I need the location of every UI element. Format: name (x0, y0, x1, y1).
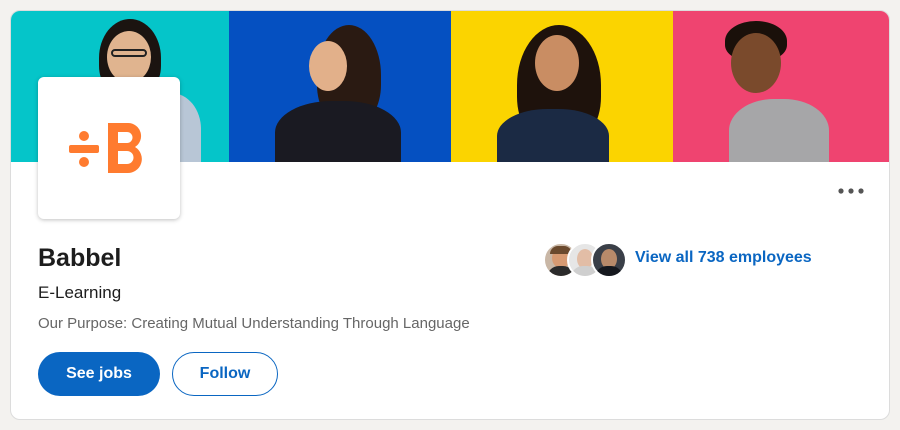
banner-photo-4 (673, 11, 889, 162)
banner-photo-2 (229, 11, 451, 162)
company-name: Babbel (38, 244, 122, 272)
view-employees-link[interactable]: View all 738 employees (543, 240, 812, 278)
babbel-logo-icon (69, 122, 142, 174)
see-jobs-button[interactable]: See jobs (38, 352, 160, 396)
company-logo (38, 77, 180, 219)
ellipsis-icon (838, 188, 864, 194)
company-card: Babbel E-Learning Our Purpose: Creating … (10, 10, 890, 420)
more-options-button[interactable] (831, 179, 871, 203)
follow-button[interactable]: Follow (172, 352, 278, 396)
view-employees-label[interactable]: View all 738 employees (635, 249, 812, 267)
company-industry: E-Learning (38, 283, 122, 302)
company-tagline: Our Purpose: Creating Mutual Understandi… (38, 315, 470, 332)
banner-photo-3 (451, 11, 673, 162)
avatar (591, 242, 627, 278)
employee-avatars (543, 240, 627, 278)
